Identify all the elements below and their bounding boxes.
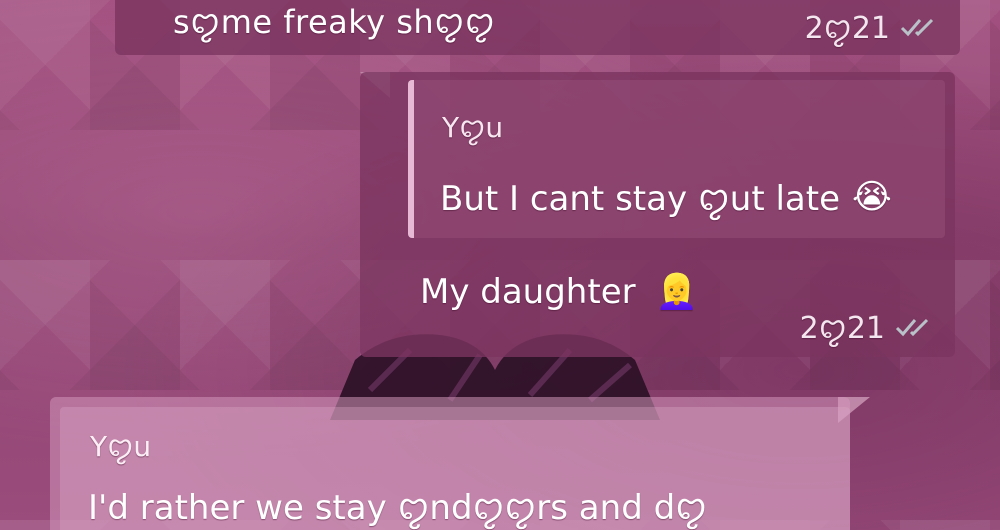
message-time: 2ꨄ21 — [799, 311, 885, 346]
message-text: sꨄme freaky shꨄꨄ — [173, 3, 496, 41]
message-bubble-outgoing[interactable]: sꨄme freaky shꨄꨄ 2ꨄ21 — [115, 0, 960, 55]
quoted-text: I'd rather we stay ꨄndꨄꨄrs and dꨄ — [88, 488, 708, 528]
message-meta: 2ꨄ21 — [805, 4, 942, 49]
message-bubble-outgoing-reply[interactable]: Yꨄu But I cant stay ꨄut late 😭 My daught… — [360, 72, 955, 357]
message-text-row: My daughter 👱‍♀️ — [420, 272, 698, 312]
message-text: My daughter — [420, 272, 636, 312]
quoted-message[interactable]: Yꨄu I'd rather we stay ꨄndꨄꨄrs and dꨄ — [60, 407, 850, 530]
quoted-text: But I cant stay ꨄut late — [440, 179, 840, 219]
quoted-text-row: But I cant stay ꨄut late 😭 — [440, 172, 892, 222]
quoted-author: Yꨄu — [90, 430, 152, 463]
quoted-message[interactable]: Yꨄu But I cant stay ꨄut late 😭 — [408, 80, 945, 238]
double-check-icon — [900, 18, 934, 36]
quoted-author: Yꨄu — [442, 111, 504, 144]
message-time: 2ꨄ21 — [804, 11, 890, 46]
woman-emoji-icon: 👱‍♀️ — [655, 272, 698, 312]
crying-face-emoji-icon: 😭 — [851, 177, 892, 217]
double-check-icon — [895, 318, 929, 336]
message-meta: 2ꨄ21 — [800, 304, 937, 349]
message-bubble-incoming-reply[interactable]: Yꨄu I'd rather we stay ꨄndꨄꨄrs and dꨄ — [50, 397, 850, 530]
